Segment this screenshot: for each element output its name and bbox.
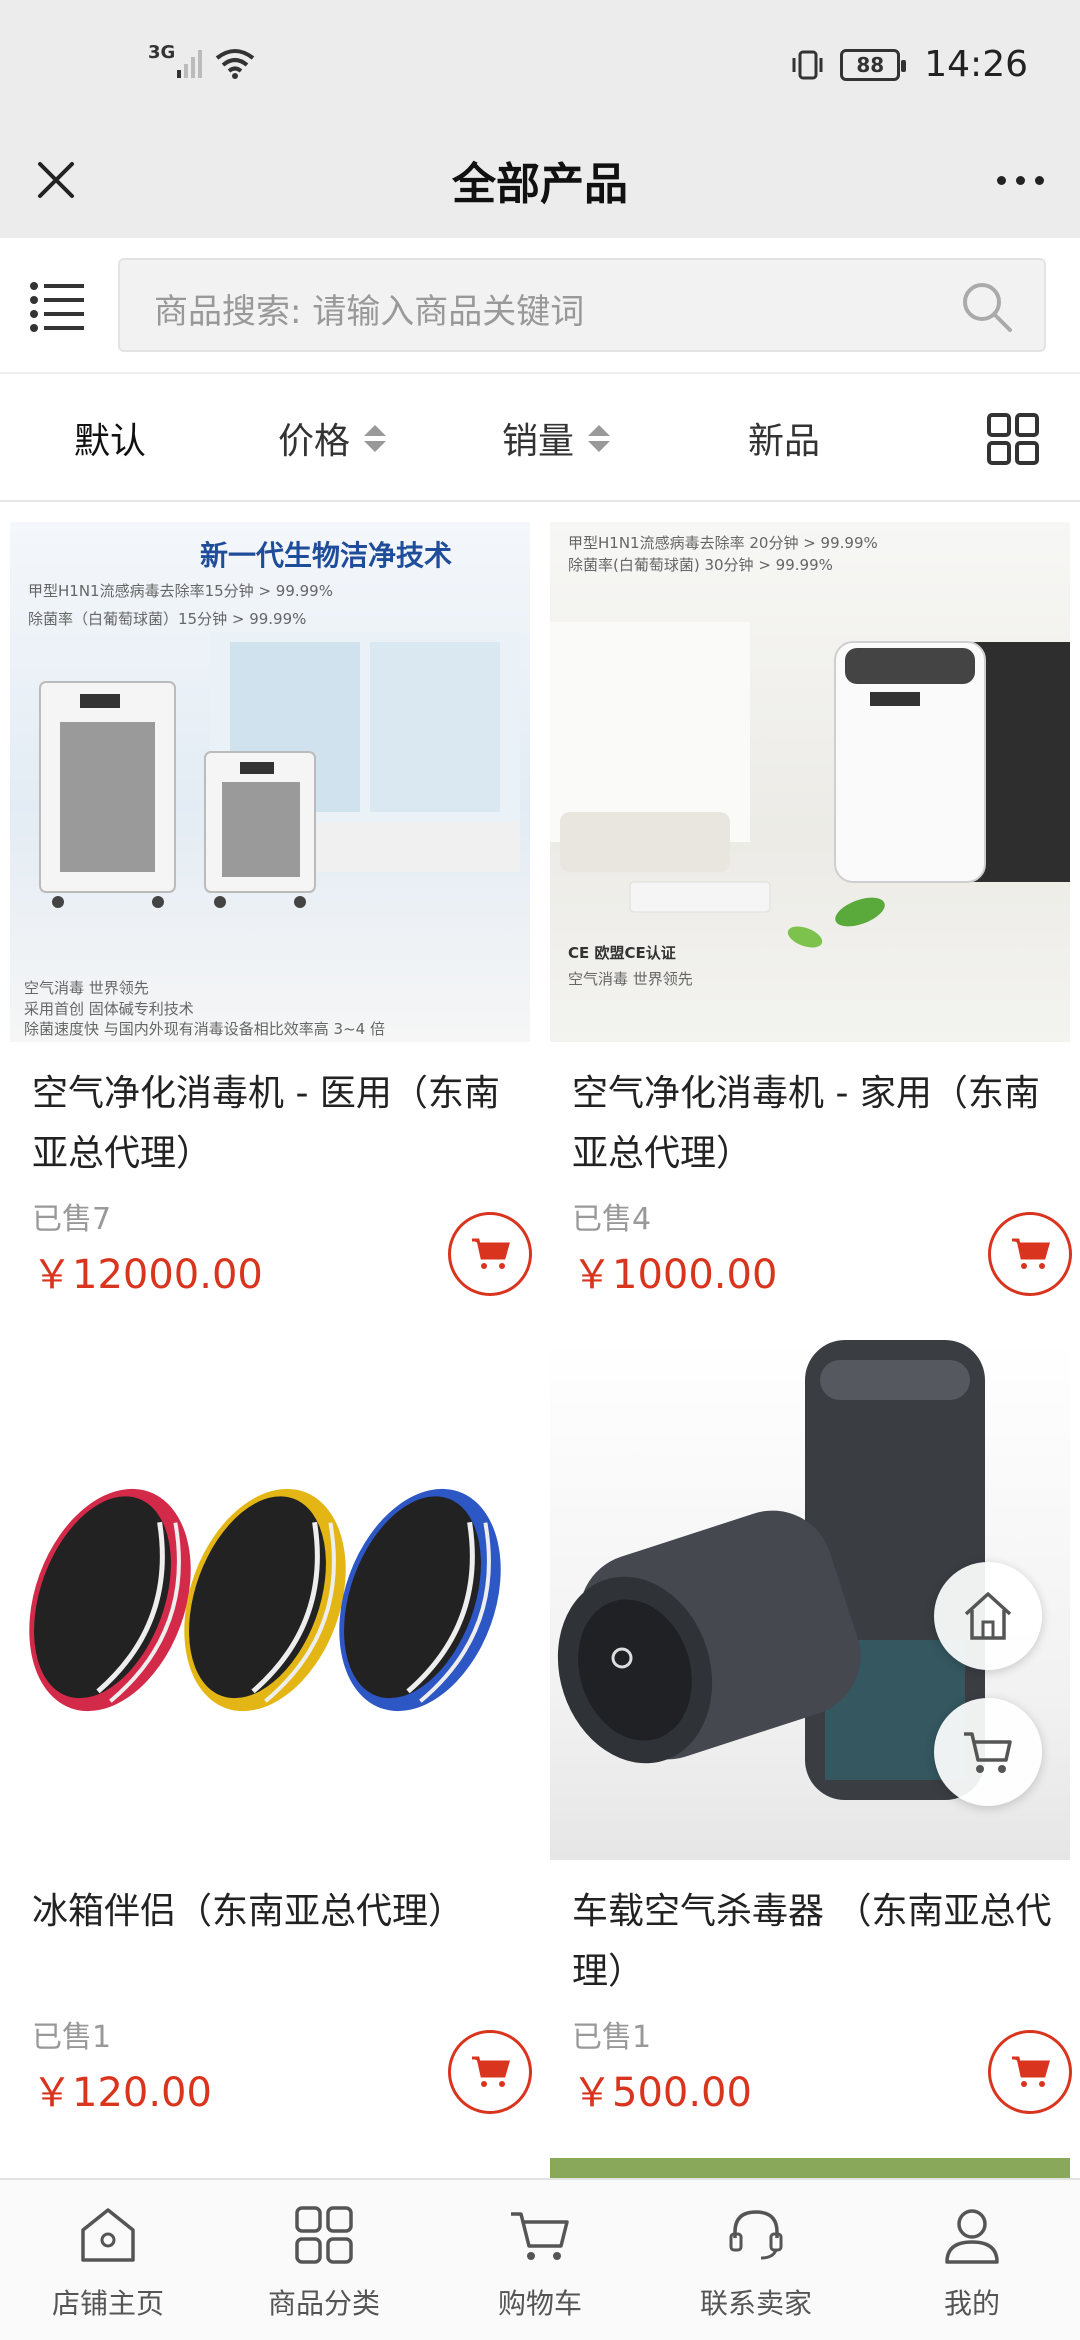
- cart-icon: [1012, 2056, 1050, 2087]
- search-row: 商品搜索: 请输入商品关键词: [0, 238, 1080, 374]
- search-icon[interactable]: [960, 280, 1014, 334]
- battery-indicator: 88: [840, 48, 907, 81]
- cart-icon: [511, 2212, 569, 2260]
- sort-price-label: 价格: [278, 421, 351, 462]
- status-bar: 3G 88 14:26: [0, 0, 1080, 130]
- sort-bar: 默认 价格 销量 新品: [0, 374, 1080, 502]
- product-grid: 新一代生物洁净技术 甲型H1N1流感病毒去除率15分钟 > 99.99% 除菌率…: [0, 502, 1080, 2178]
- product-title[interactable]: 车载空气杀毒器 （东南亚总代理）: [550, 1882, 1080, 2002]
- more-dot-icon: [996, 175, 1006, 185]
- image-footer: 除菌速度快 与国内外现有消毒设备相比效率高 3~4 倍: [24, 1020, 385, 1038]
- home-icon: [964, 1592, 1012, 1640]
- add-to-cart-button[interactable]: [988, 1212, 1072, 1296]
- add-to-cart-button[interactable]: [448, 1212, 532, 1296]
- page-title: 全部产品: [452, 159, 628, 210]
- fridge-companion-illustration: [29, 1488, 501, 1712]
- nav-label: 联系卖家: [699, 2287, 812, 2320]
- product-image-home-purifier[interactable]: 甲型H1N1流感病毒去除率 20分钟 > 99.99% 除菌率(白葡萄球菌) 3…: [550, 522, 1070, 1042]
- nav-category[interactable]: 商品分类: [216, 2180, 432, 2340]
- nav-label: 我的: [943, 2287, 1000, 2320]
- product-title[interactable]: 空气净化消毒机 - 医用（东南亚总代理）: [10, 1064, 540, 1184]
- wifi-icon: [216, 49, 255, 79]
- store-home-icon: [81, 2208, 135, 2262]
- category-grid-icon: [295, 2206, 353, 2264]
- status-right: 88 14:26: [790, 44, 1028, 85]
- sort-arrows-icon: [588, 424, 611, 452]
- image-footer: 空气消毒 世界领先: [24, 979, 149, 997]
- image-caption: 除菌率(白葡萄球菌) 30分钟 > 99.99%: [568, 556, 833, 574]
- signal-icon: [177, 50, 203, 78]
- search-input[interactable]: 商品搜索: 请输入商品关键词: [118, 258, 1046, 352]
- image-headline: 新一代生物洁净技术: [200, 539, 453, 572]
- sort-sales-tab[interactable]: 销量: [502, 412, 611, 464]
- product-card[interactable]: 新一代生物洁净技术 甲型H1N1流感病毒去除率15分钟 > 99.99% 除菌率…: [10, 522, 540, 1300]
- sort-default-tab[interactable]: 默认: [74, 412, 146, 464]
- medical-purifier-illustration: [39, 632, 520, 908]
- image-footer: 采用首创 固体碱专利技术: [24, 1000, 194, 1018]
- clock: 14:26: [924, 44, 1028, 85]
- grid-view-icon[interactable]: [986, 412, 1040, 466]
- sort-arrows-icon: [364, 424, 387, 452]
- product-title[interactable]: 空气净化消毒机 - 家用（东南亚总代理）: [550, 1064, 1080, 1184]
- cart-icon: [472, 2056, 510, 2087]
- nav-label: 店铺主页: [51, 2287, 164, 2320]
- product-image-medical-purifier[interactable]: 新一代生物洁净技术 甲型H1N1流感病毒去除率15分钟 > 99.99% 除菌率…: [10, 522, 530, 1042]
- user-icon: [945, 2209, 999, 2264]
- nav-label: 商品分类: [267, 2287, 380, 2320]
- sort-price-tab[interactable]: 价格: [278, 412, 387, 464]
- add-to-cart-button[interactable]: [448, 2030, 532, 2114]
- nav-cart[interactable]: 购物车: [432, 2180, 648, 2340]
- next-product-image-peek: [550, 2158, 1070, 2178]
- nav-store-home[interactable]: 店铺主页: [0, 2180, 216, 2340]
- nav-label: 购物车: [497, 2287, 582, 2320]
- sort-new-tab[interactable]: 新品: [748, 412, 820, 464]
- product-image-fridge-companion[interactable]: [10, 1340, 530, 1860]
- product-card[interactable]: 冰箱伴侣（东南亚总代理） 已售1 ￥120.00: [10, 1340, 540, 2118]
- list-menu-icon[interactable]: [28, 276, 88, 336]
- add-to-cart-button[interactable]: [988, 2030, 1072, 2114]
- image-caption: 甲型H1N1流感病毒去除率 20分钟 > 99.99%: [568, 534, 878, 552]
- more-options-button[interactable]: [988, 152, 1052, 208]
- title-bar: 全部产品: [0, 130, 1080, 238]
- more-dot-icon: [1015, 175, 1025, 185]
- sort-new-label: 新品: [748, 421, 821, 462]
- float-cart-button[interactable]: [934, 1698, 1042, 1806]
- image-footer: 空气消毒 世界领先: [568, 970, 693, 988]
- nav-me[interactable]: 我的: [864, 2180, 1080, 2340]
- search-placeholder: 商品搜索: 请输入商品关键词: [154, 292, 585, 332]
- float-home-button[interactable]: [934, 1562, 1042, 1670]
- vibrate-icon: [792, 50, 823, 79]
- product-title[interactable]: 冰箱伴侣（东南亚总代理）: [10, 1882, 540, 2002]
- sort-sales-label: 销量: [502, 421, 575, 462]
- cart-icon: [964, 1732, 1012, 1773]
- sort-default-label: 默认: [74, 421, 147, 462]
- bottom-nav: 店铺主页 商品分类 购物车 联系卖家 我的: [0, 2178, 1080, 2340]
- cart-icon: [1012, 1238, 1050, 1269]
- headset-icon: [729, 2210, 783, 2260]
- image-caption: 甲型H1N1流感病毒去除率15分钟 > 99.99%: [28, 582, 333, 600]
- status-left: 3G: [148, 44, 255, 80]
- image-ce-mark: CE 欧盟CE认证: [568, 944, 676, 962]
- more-dot-icon: [1034, 175, 1044, 185]
- product-card[interactable]: 甲型H1N1流感病毒去除率 20分钟 > 99.99% 除菌率(白葡萄球菌) 3…: [550, 522, 1080, 1300]
- cart-icon: [472, 1238, 510, 1269]
- network-type: 3G: [148, 42, 176, 63]
- nav-contact-seller[interactable]: 联系卖家: [648, 2180, 864, 2340]
